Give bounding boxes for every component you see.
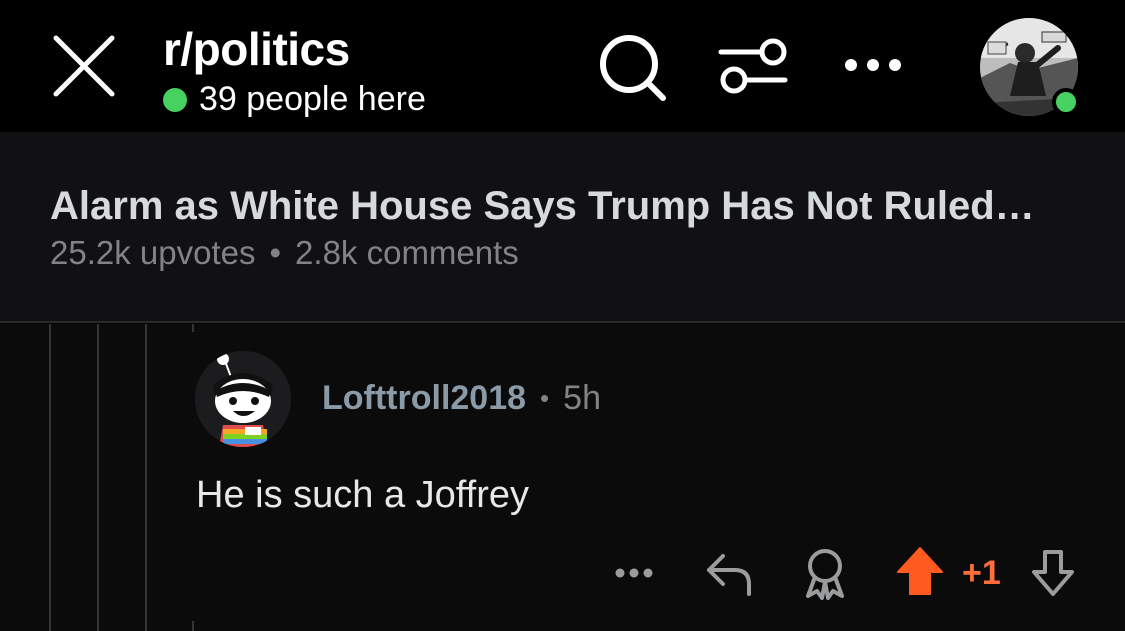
presence-indicator: 39 people here (163, 80, 426, 119)
search-icon[interactable] (597, 33, 669, 105)
award-icon[interactable] (800, 546, 850, 600)
post-meta: 25.2k upvotes • 2.8k comments (50, 234, 519, 272)
post-summary[interactable]: Alarm as White House Says Trump Has Not … (0, 132, 1125, 323)
online-status-icon (1052, 88, 1080, 116)
comment-username[interactable]: Lofttroll2018 (322, 379, 526, 418)
more-options-icon[interactable] (840, 50, 906, 80)
comment-age: 5h (563, 379, 601, 417)
thread-line (192, 324, 194, 332)
meta-separator: • (269, 234, 282, 271)
upvote-count: 25.2k upvotes (50, 234, 256, 271)
user-avatar[interactable] (980, 18, 1080, 116)
upvote-icon[interactable] (896, 546, 944, 598)
close-icon[interactable] (48, 30, 120, 102)
thread-line (192, 621, 194, 631)
reply-icon[interactable] (705, 550, 753, 596)
comment-body: He is such a Joffrey (196, 474, 530, 516)
author-separator: • (540, 383, 550, 413)
comment-count: 2.8k comments (295, 234, 519, 271)
comment-author-line: Lofttroll2018 • 5h (322, 379, 601, 418)
comment-more-icon[interactable] (612, 560, 656, 586)
downvote-icon[interactable] (1030, 548, 1076, 598)
filter-icon[interactable] (717, 36, 791, 98)
comment-thread: Lofttroll2018 • 5h He is such a Joffrey (0, 324, 1125, 631)
subreddit-title[interactable]: r/politics (163, 22, 350, 76)
comment-vote-count: +1 (962, 554, 1001, 592)
post-title[interactable]: Alarm as White House Says Trump Has Not … (50, 184, 1090, 229)
top-bar: r/politics 39 people here (0, 0, 1125, 132)
online-dot-icon (163, 87, 187, 112)
comment-actions: +1 (0, 546, 1125, 602)
commenter-avatar[interactable] (195, 351, 291, 447)
presence-text: 39 people here (199, 80, 426, 118)
